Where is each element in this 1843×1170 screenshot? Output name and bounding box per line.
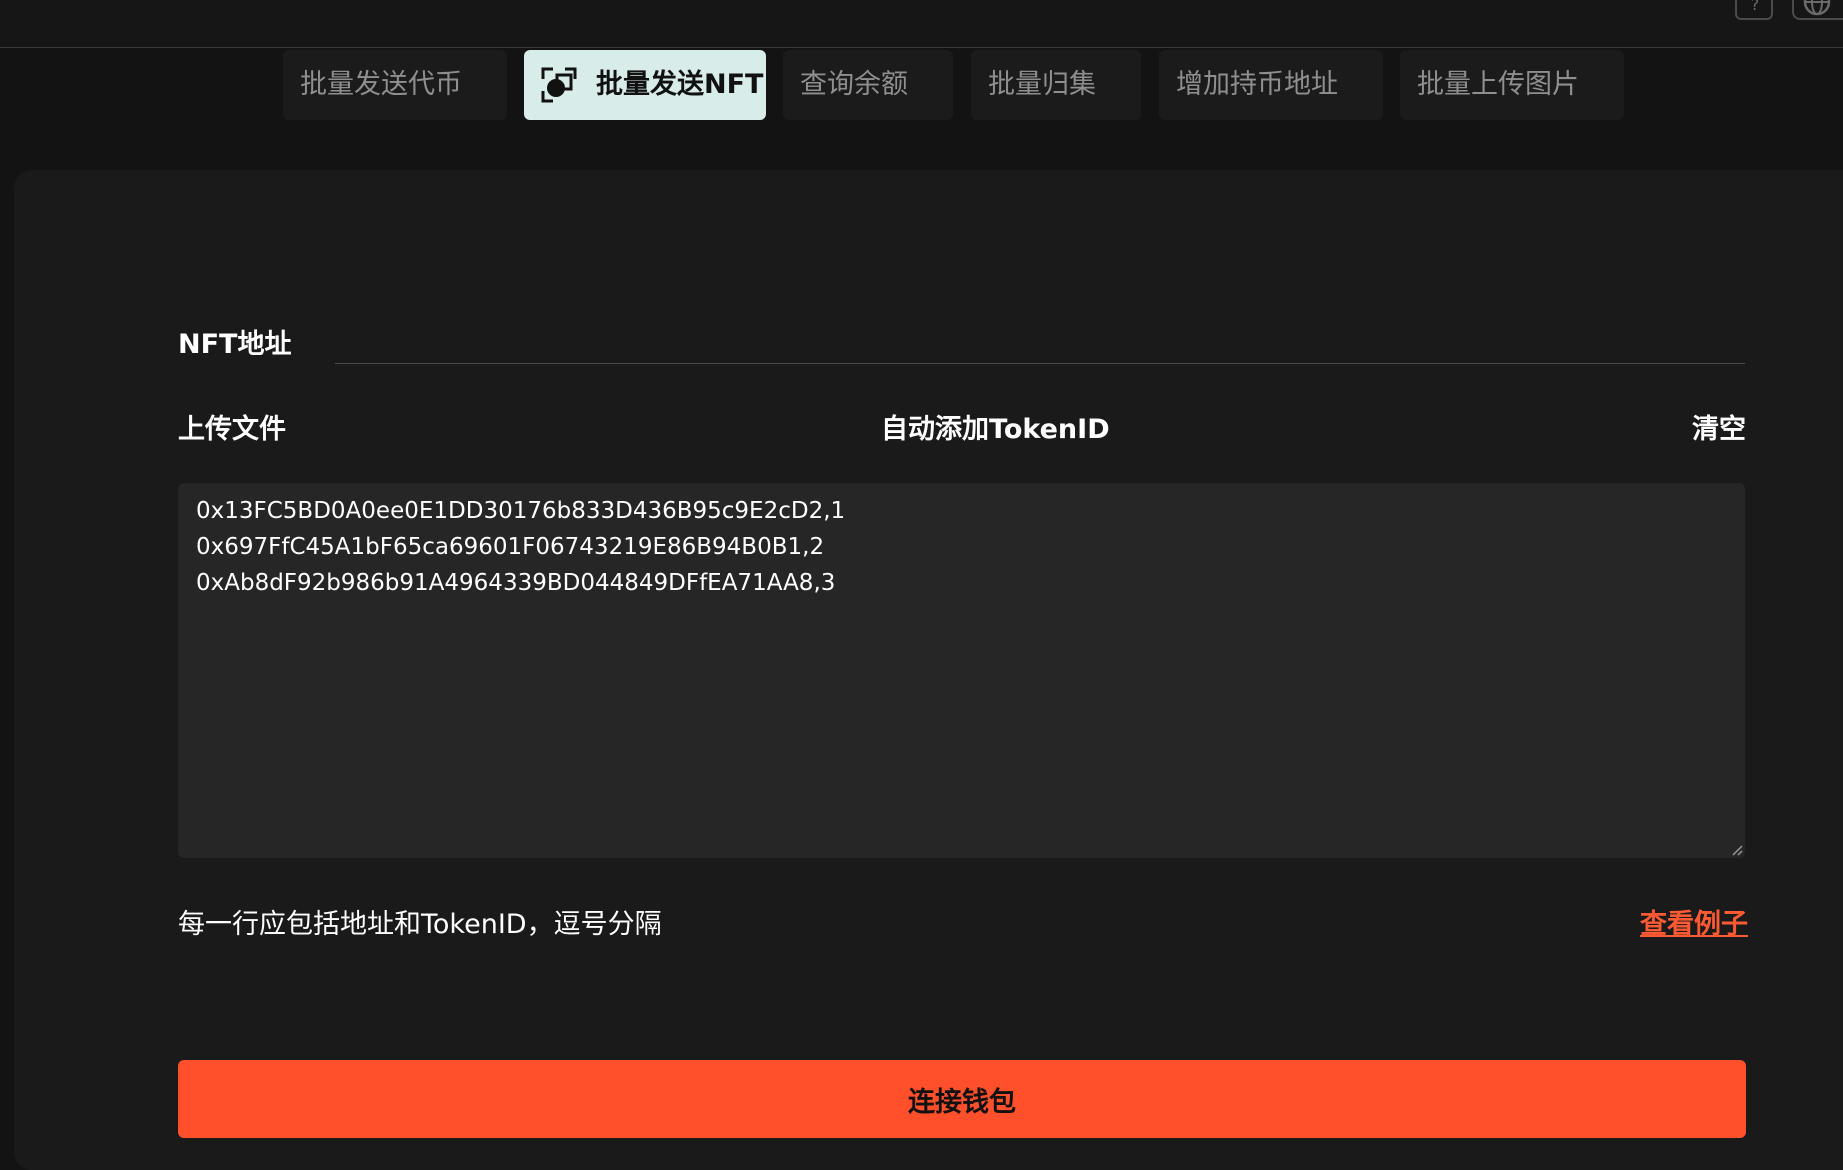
tab-add-holder-address[interactable]: 增加持币地址 [1159, 50, 1383, 120]
tab-batch-send-token[interactable]: 批量发送代币 [283, 50, 507, 120]
view-example-link[interactable]: 查看例子 [1640, 905, 1748, 945]
auto-add-tokenid-button[interactable]: 自动添加TokenID [881, 410, 1110, 450]
nft-address-input[interactable] [335, 318, 1745, 364]
svg-text:?: ? [1751, 0, 1760, 14]
address-line: 0x13FC5BD0A0ee0E1DD30176b833D436B95c9E2c… [196, 498, 846, 524]
address-line: 0x697FfC45A1bF65ca69601F06743219E86B94B0… [196, 534, 825, 560]
tab-label: 批量发送代币 [300, 69, 462, 100]
help-button[interactable]: ? [1735, 0, 1773, 20]
format-hint: 每一行应包括地址和TokenID，逗号分隔 [178, 909, 662, 940]
feature-tabs: 批量发送代币 批量发送NFT 查询余额 批量归集 增加持币地址 批量上传图片 [0, 50, 1843, 120]
nft-address-label: NFT地址 [178, 329, 292, 360]
help-icon: ? [1751, 0, 1760, 14]
language-button[interactable] [1792, 0, 1843, 20]
tab-batch-send-nft[interactable]: 批量发送NFT [524, 50, 766, 120]
tab-batch-upload-image[interactable]: 批量上传图片 [1400, 50, 1624, 120]
resize-handle-icon[interactable] [1731, 844, 1743, 856]
address-line: 0xAb8dF92b986b91A4964339BD044849DFfEA71A… [196, 570, 836, 596]
tab-label: 批量上传图片 [1417, 69, 1579, 100]
globe-icon [1803, 0, 1831, 16]
tab-label: 批量发送NFT [596, 69, 764, 100]
tab-label: 增加持币地址 [1176, 69, 1338, 100]
nft-frame-icon [541, 67, 577, 103]
tab-label: 批量归集 [988, 69, 1096, 100]
address-list-textarea[interactable]: 0x13FC5BD0A0ee0E1DD30176b833D436B95c9E2c… [178, 483, 1745, 858]
connect-wallet-button[interactable]: 连接钱包 [178, 1060, 1746, 1138]
tab-batch-collect[interactable]: 批量归集 [971, 50, 1141, 120]
tab-label: 查询余额 [800, 69, 908, 100]
top-header: ? [0, 0, 1843, 48]
clear-button[interactable]: 清空 [1692, 410, 1746, 450]
tab-query-balance[interactable]: 查询余额 [783, 50, 953, 120]
upload-file-button[interactable]: 上传文件 [178, 410, 286, 450]
